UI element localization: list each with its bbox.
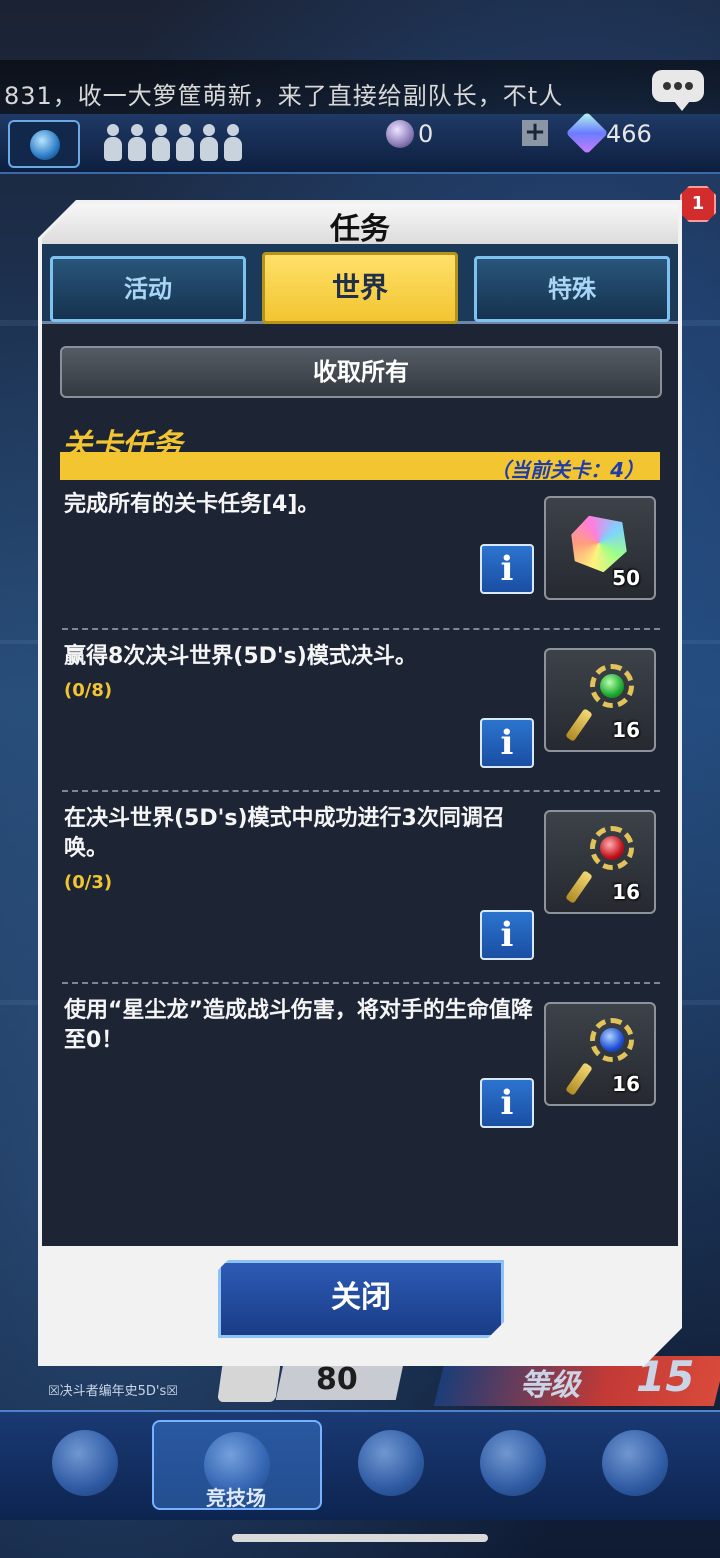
- crystal-currency-count: 466: [606, 120, 652, 148]
- collect-all-button[interactable]: 收取所有: [60, 346, 662, 398]
- rank-label: 等级: [520, 1368, 580, 1403]
- globe-icon: [30, 130, 60, 160]
- tab-events[interactable]: 活动: [50, 256, 246, 322]
- mission-reward[interactable]: 16: [544, 1002, 656, 1106]
- gear-person-icon: [52, 1430, 118, 1496]
- member-icon: [128, 124, 146, 162]
- mission-info-button[interactable]: i: [480, 544, 534, 594]
- reward-count: 50: [612, 566, 640, 590]
- dialog-title: 任务: [330, 212, 390, 247]
- member-icon: [200, 124, 218, 162]
- member-icon: [224, 124, 242, 162]
- mission-reward[interactable]: 16: [544, 648, 656, 752]
- profile-caption: ☒决斗者编年史5D's☒: [48, 1384, 178, 1399]
- globe-button[interactable]: [8, 120, 80, 168]
- tab-world[interactable]: 世界: [262, 252, 458, 324]
- reward-count: 16: [612, 718, 640, 742]
- mission-reward[interactable]: 50: [544, 496, 656, 600]
- member-icon: [176, 124, 194, 162]
- mission-reward[interactable]: 16: [544, 810, 656, 914]
- add-currency-button[interactable]: +: [522, 119, 548, 146]
- nav-deck-button[interactable]: [458, 1420, 568, 1510]
- member-icon: [152, 124, 170, 162]
- section-title: 关卡任务: [62, 428, 182, 463]
- divider: [62, 982, 660, 984]
- mission-description: 在决斗世界(5D's)模式中成功进行3次同调召唤。: [64, 806, 505, 861]
- cart-icon: [358, 1430, 424, 1496]
- chat-bubble-icon[interactable]: [652, 70, 704, 111]
- notification-badge[interactable]: 1: [680, 186, 716, 222]
- current-stage-info: （当前关卡：4）: [490, 458, 644, 482]
- fist-emblem-icon: [602, 1430, 668, 1496]
- chat-message[interactable]: 831，收一大箩筐萌新，来了直接给副队长，不t人: [4, 76, 604, 111]
- divider: [62, 790, 660, 792]
- nav-social-button[interactable]: [580, 1420, 690, 1510]
- orb-currency-icon: [386, 120, 414, 148]
- nav-arena-label: 竞技场: [206, 1486, 266, 1510]
- level-value: 80: [316, 1362, 358, 1397]
- mission-info-button[interactable]: i: [480, 718, 534, 768]
- tab-special[interactable]: 特殊: [474, 256, 670, 322]
- dice-icon: [217, 1362, 281, 1402]
- mission-description: 使用“星尘龙”造成战斗伤害，将对手的生命值降至0！: [64, 998, 533, 1053]
- mission-progress: (0/3): [64, 872, 113, 893]
- orb-currency-count: 0: [418, 120, 434, 148]
- mission-info-button[interactable]: i: [480, 1078, 534, 1128]
- mission-info-button[interactable]: i: [480, 910, 534, 960]
- mission-dialog: 任务 活动 世界 特殊 收取所有 关卡任务 （当前关卡：4） 完成所有的关卡任务…: [38, 200, 682, 1366]
- home-indicator[interactable]: [232, 1534, 488, 1542]
- close-button[interactable]: 关闭: [218, 1260, 504, 1338]
- member-icon: [104, 124, 122, 162]
- nav-duelist-button[interactable]: [30, 1420, 140, 1510]
- reward-count: 16: [612, 880, 640, 904]
- cards-icon: [480, 1430, 546, 1496]
- divider: [62, 628, 660, 630]
- nav-shop-button[interactable]: [336, 1420, 446, 1510]
- mission-description: 赢得8次决斗世界(5D's)模式决斗。: [64, 644, 417, 669]
- reward-count: 16: [612, 1072, 640, 1096]
- mission-description: 完成所有的关卡任务[4]。: [64, 492, 320, 517]
- mission-progress: (0/8): [64, 680, 113, 701]
